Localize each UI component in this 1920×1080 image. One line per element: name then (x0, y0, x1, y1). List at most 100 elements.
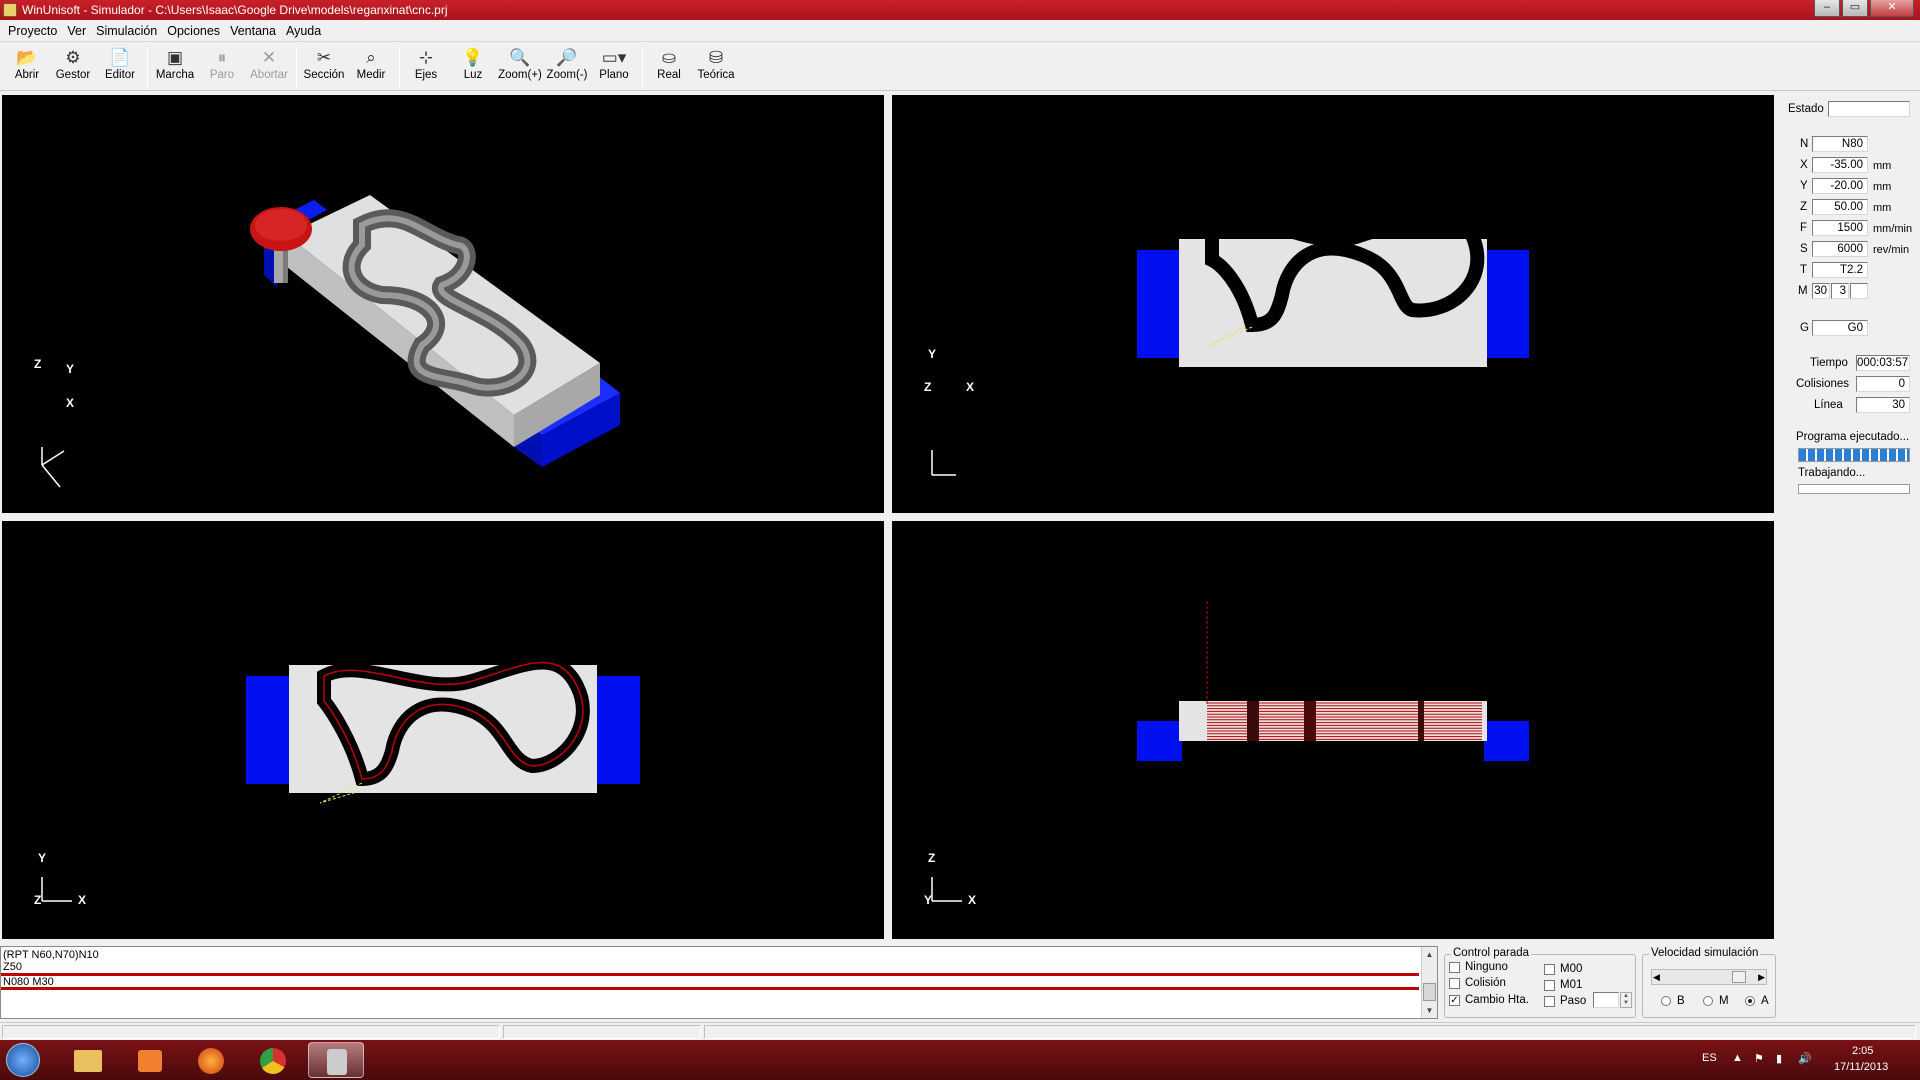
linea-label: Línea (1814, 399, 1843, 411)
gestor-button[interactable]: ⚙ Gestor (50, 47, 96, 89)
scroll-down-icon[interactable]: ▼ (1422, 1003, 1437, 1018)
z-label: Z (1800, 201, 1808, 213)
cambio-hta-checkbox[interactable]: ✓ Cambio Hta. (1449, 994, 1529, 1006)
plan-view-viewport[interactable]: Y Z X (2, 521, 884, 939)
speed-slider[interactable]: ◀ ▶ (1651, 969, 1767, 985)
scroll-thumb[interactable] (1423, 983, 1436, 1001)
code-line: Z50 (3, 961, 22, 973)
scroll-up-icon[interactable]: ▲ (1422, 947, 1437, 962)
slider-thumb[interactable] (1732, 971, 1747, 983)
axis-label-z: Z (34, 357, 42, 371)
menu-simulacion[interactable]: Simulación (94, 24, 165, 38)
plano-button[interactable]: ▭▾ Plano (591, 47, 637, 89)
radio-icon (1703, 996, 1713, 1006)
x-field: -35.00 (1812, 157, 1868, 173)
status-bar (0, 1022, 1920, 1040)
menu-opciones[interactable]: Opciones (165, 24, 228, 38)
g-label: G (1800, 322, 1809, 334)
linea-field: 30 (1856, 397, 1910, 413)
luz-button[interactable]: 💡 Luz (450, 47, 496, 89)
axis-label-x: X (78, 893, 87, 907)
paro-label: Paro (209, 69, 235, 81)
axis-label-z: Z (928, 851, 936, 865)
speed-a-radio[interactable]: A (1745, 995, 1769, 1007)
code-scrollbar[interactable]: ▲ ▼ (1421, 947, 1437, 1018)
medir-button[interactable]: ⌕ Medir (348, 47, 394, 89)
abortar-button[interactable]: ✕ Abortar (246, 47, 292, 89)
menu-ventana[interactable]: Ventana (228, 24, 284, 38)
zoom-in-button[interactable]: 🔍 Zoom(+) (497, 47, 543, 89)
teorica-button[interactable]: ⛁ Teórica (693, 47, 739, 89)
slider-right-arrow-icon[interactable]: ▶ (1758, 970, 1765, 984)
g-field: G0 (1812, 320, 1868, 336)
teorica-label: Teórica (697, 69, 735, 81)
seccion-button[interactable]: ✂ Sección (301, 47, 347, 89)
m00-checkbox[interactable]: M00 (1544, 963, 1582, 975)
paso-spinner[interactable]: ▲ ▼ (1620, 992, 1632, 1008)
menu-ver[interactable]: Ver (65, 24, 94, 38)
estado-field (1828, 101, 1910, 117)
x-unit: mm (1873, 160, 1892, 172)
winunisoft-icon (327, 1049, 347, 1075)
paso-input[interactable] (1593, 992, 1619, 1008)
speed-b-label: B (1677, 995, 1685, 1007)
status-pane (503, 1025, 701, 1039)
chrome-task[interactable] (246, 1042, 302, 1078)
top-view-viewport[interactable]: Y Z X (892, 95, 1774, 513)
binoculars-icon: ⌕ (366, 48, 376, 67)
axis-label-y: Y (38, 851, 47, 865)
m-field-1: 30 (1812, 283, 1830, 299)
speed-m-label: M (1719, 995, 1729, 1007)
axis-label-x: X (966, 380, 975, 394)
marcha-button[interactable]: ▣ Marcha (152, 47, 198, 89)
code-listing[interactable]: (RPT N60,N70)N10 Z50 N080 M30 ▲ ▼ (0, 946, 1438, 1019)
close-button[interactable]: ✕ (1870, 0, 1914, 17)
trabajando-progress-bar (1798, 484, 1910, 494)
speed-m-radio[interactable]: M (1703, 995, 1729, 1007)
firefox-task[interactable] (184, 1042, 240, 1078)
taskbar: ES ▲ ⚑ ▮ 🔊 2:05 17/11/2013 (0, 1040, 1920, 1080)
play-icon: ▣ (166, 48, 184, 67)
zoom-in-label: Zoom(+) (498, 69, 542, 81)
paso-checkbox[interactable]: Paso (1544, 995, 1586, 1007)
ninguno-label: Ninguno (1465, 961, 1508, 973)
speed-b-radio[interactable]: B (1661, 995, 1685, 1007)
real-label: Real (657, 69, 681, 81)
editor-button[interactable]: 📄 Editor (97, 47, 143, 89)
toolbar-separator (399, 47, 400, 89)
network-icon[interactable]: ▮ (1776, 1052, 1782, 1065)
front-view-viewport[interactable]: Z Y X (892, 521, 1774, 939)
clock-time[interactable]: 2:05 (1852, 1045, 1873, 1057)
winunisoft-task[interactable] (308, 1042, 364, 1078)
app-icon (3, 3, 17, 17)
language-indicator[interactable]: ES (1702, 1052, 1717, 1064)
abrir-button[interactable]: 📂 Abrir (4, 47, 50, 89)
slider-left-arrow-icon[interactable]: ◀ (1653, 970, 1660, 984)
isometric-viewport[interactable]: Z Y X (2, 95, 884, 513)
colision-checkbox[interactable]: Colisión (1449, 977, 1506, 989)
flag-icon[interactable]: ⚑ (1754, 1052, 1764, 1065)
menu-ayuda[interactable]: Ayuda (284, 24, 329, 38)
ninguno-checkbox[interactable]: Ninguno (1449, 961, 1508, 973)
start-button[interactable] (6, 1043, 40, 1077)
menu-proyecto[interactable]: Proyecto (6, 24, 65, 38)
media-player-task[interactable] (122, 1042, 178, 1078)
tray-expand-icon[interactable]: ▲ (1732, 1052, 1743, 1064)
zoom-out-button[interactable]: 🔎 Zoom(-) (544, 47, 590, 89)
ejes-button[interactable]: ⊹ Ejes (403, 47, 449, 89)
plano-label: Plano (599, 69, 629, 81)
explorer-task[interactable] (60, 1042, 116, 1078)
minimize-button[interactable]: ‒ (1814, 0, 1840, 17)
paro-button[interactable]: ⏸ Paro (199, 47, 245, 89)
m01-checkbox[interactable]: M01 (1544, 979, 1582, 991)
n-field: N80 (1812, 136, 1868, 152)
maximize-button[interactable]: ▭ (1842, 0, 1868, 17)
n-label: N (1800, 138, 1809, 150)
volume-icon[interactable]: 🔊 (1798, 1052, 1812, 1065)
clock-date[interactable]: 17/11/2013 (1834, 1061, 1888, 1073)
real-button[interactable]: ⛀ Real (646, 47, 692, 89)
pause-icon: ⏸ (217, 48, 227, 67)
control-parada-title: Control parada (1451, 947, 1532, 959)
editor-icon: 📄 (109, 48, 131, 67)
abortar-label: Abortar (250, 69, 288, 81)
